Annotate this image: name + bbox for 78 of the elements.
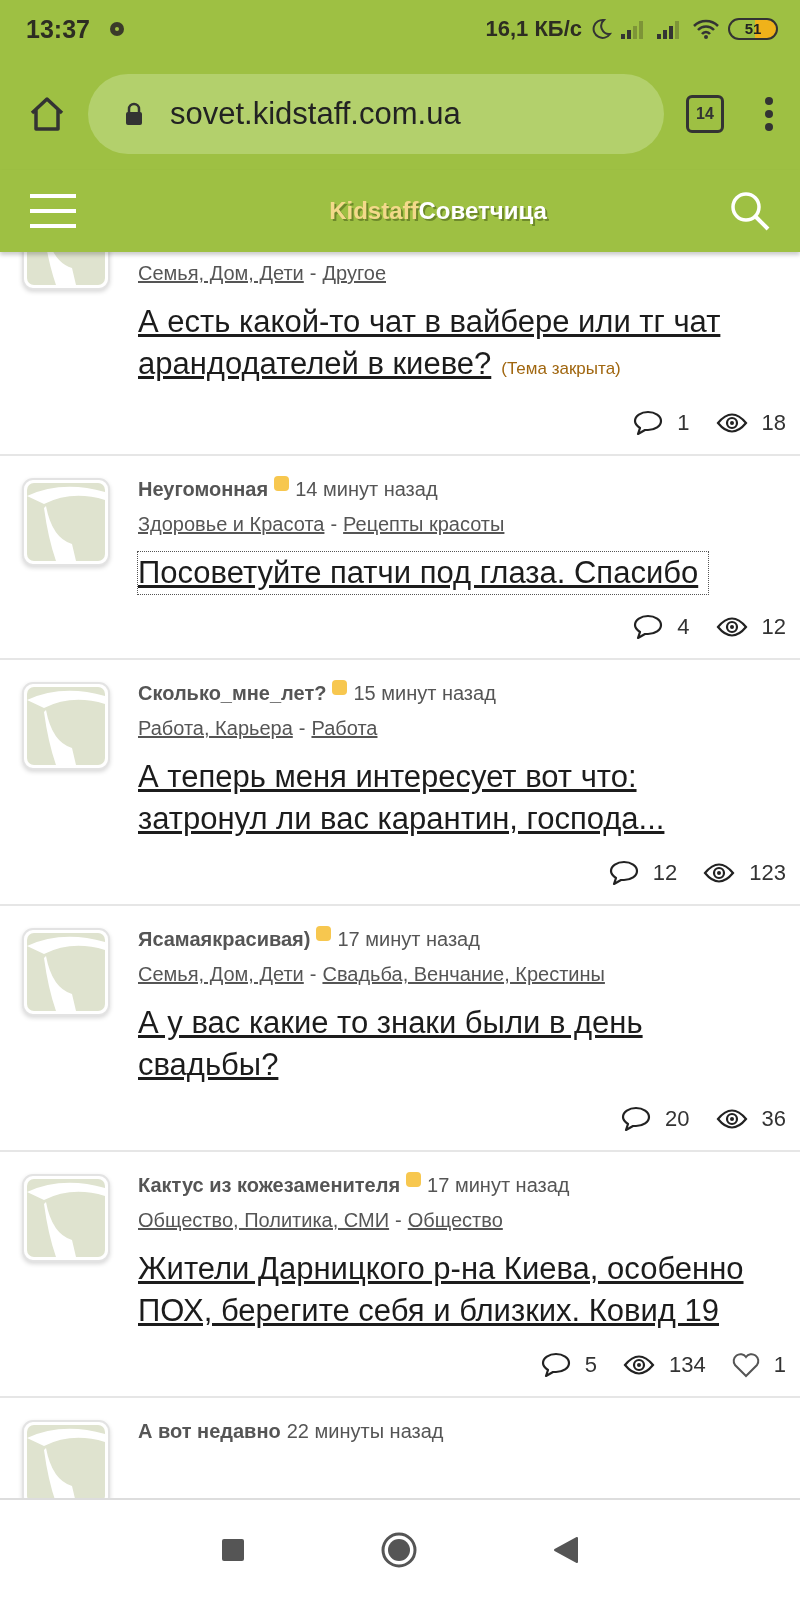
address-bar[interactable]: sovet.kidstaff.com.ua — [88, 74, 664, 154]
topic-title-line[interactable]: Жители Дарницкого р-на Киева, особенно — [138, 1251, 744, 1286]
category-link[interactable]: Семья, Дом, Дети — [138, 963, 304, 986]
category-link[interactable]: Рецепты красоты — [343, 513, 505, 536]
lock-icon — [124, 102, 144, 126]
category-separator: - — [309, 262, 317, 285]
view-count: 18 — [761, 410, 786, 436]
author-name[interactable]: Сколько_мне_лет? — [138, 682, 327, 705]
comment-count: 1 — [677, 410, 690, 436]
topic-title-line[interactable]: А теперь меня интересует вот что: — [138, 759, 637, 794]
network-speed: 16,1 КБ/с — [485, 16, 582, 42]
heart-icon[interactable] — [731, 1352, 760, 1378]
recents-button[interactable] — [221, 1538, 245, 1562]
category-link[interactable]: Здоровье и Красота — [138, 513, 325, 536]
category-link[interactable]: Общество — [407, 1209, 503, 1232]
topic-title-line[interactable]: арандодателей в киеве? — [138, 346, 492, 381]
category-link[interactable]: Семья, Дом, Дети — [138, 262, 304, 285]
comment-count: 12 — [652, 860, 678, 886]
avatar[interactable] — [22, 478, 110, 566]
category-separator: - — [395, 1209, 402, 1232]
comment-icon — [540, 1352, 571, 1378]
view-count: 134 — [669, 1352, 706, 1378]
url-text: sovet.kidstaff.com.ua — [170, 96, 461, 132]
eye-icon — [715, 412, 748, 434]
eye-icon — [623, 1354, 656, 1376]
comment-count: 20 — [665, 1106, 690, 1132]
post-time: 14 минут назад — [295, 478, 438, 501]
like-count: 1 — [773, 1352, 786, 1378]
post-time: 17 минут назад — [427, 1174, 570, 1197]
view-count: 36 — [761, 1106, 786, 1132]
view-count: 12 — [761, 614, 786, 640]
eye-icon — [703, 862, 736, 884]
category-link[interactable]: Свадьба, Венчание, Крестины — [322, 963, 605, 986]
comment-count: 5 — [584, 1352, 598, 1378]
avatar[interactable] — [22, 682, 110, 770]
home-button[interactable] — [381, 1532, 417, 1568]
tab-count-button[interactable]: 14 — [686, 95, 724, 133]
author-name[interactable]: Ясамаякрасивая) — [138, 928, 311, 951]
comment-icon — [621, 1106, 652, 1132]
back-button[interactable] — [553, 1536, 579, 1564]
topic-title-line[interactable]: свадьбы? — [138, 1047, 279, 1082]
closed-label: (Тема закрыта) — [501, 359, 621, 378]
post-time: 15 минут назад — [353, 682, 496, 705]
category-link[interactable]: Общество, Политика, СМИ — [138, 1209, 390, 1232]
view-count: 123 — [749, 860, 786, 886]
home-icon[interactable] — [28, 95, 66, 133]
post-time: 17 минут назад — [337, 928, 480, 951]
avatar[interactable] — [22, 1174, 110, 1262]
search-icon[interactable] — [730, 191, 770, 231]
moon-icon — [590, 17, 612, 41]
topic-title-line[interactable]: ПОХ, берегите себя и близких. Ковид 19 — [138, 1293, 719, 1328]
wifi-icon — [692, 18, 720, 40]
topic-title-line[interactable]: А есть какой-то чат в вайбере или тг чат — [138, 304, 721, 339]
category-link[interactable]: Работа, Карьера — [138, 717, 293, 740]
battery-indicator: 51 — [728, 18, 778, 40]
topic-title-line[interactable]: затронул ли вас карантин, господа... — [138, 801, 665, 836]
clock: 13:37 — [26, 14, 90, 44]
category-separator: - — [330, 513, 338, 536]
author-name[interactable]: Кактус из кожезаменителя — [138, 1174, 401, 1197]
post-time: 22 минуты назад — [286, 1420, 444, 1443]
category-link[interactable]: Другое — [322, 262, 386, 285]
avatar[interactable] — [22, 1420, 110, 1498]
more-menu-icon[interactable] — [764, 96, 774, 132]
category-separator: - — [298, 717, 306, 740]
menu-icon[interactable] — [30, 193, 76, 229]
topic-title-line[interactable]: А у вас какие то знаки были в день — [138, 1005, 643, 1040]
eye-icon — [715, 616, 748, 638]
eye-icon — [715, 1108, 748, 1130]
author-name[interactable]: А вот недавно — [138, 1420, 281, 1443]
category-separator: - — [309, 963, 317, 986]
category-link[interactable]: Работа — [311, 717, 378, 740]
topic-title-line[interactable]: Посоветуйте патчи под глаза. Спасибо — [138, 555, 699, 590]
author-name[interactable]: Неугомонная — [138, 478, 269, 501]
comment-icon — [633, 614, 664, 640]
avatar[interactable] — [22, 928, 110, 1016]
comment-icon — [608, 860, 639, 886]
comment-icon — [633, 410, 664, 436]
comment-count: 4 — [677, 614, 690, 640]
